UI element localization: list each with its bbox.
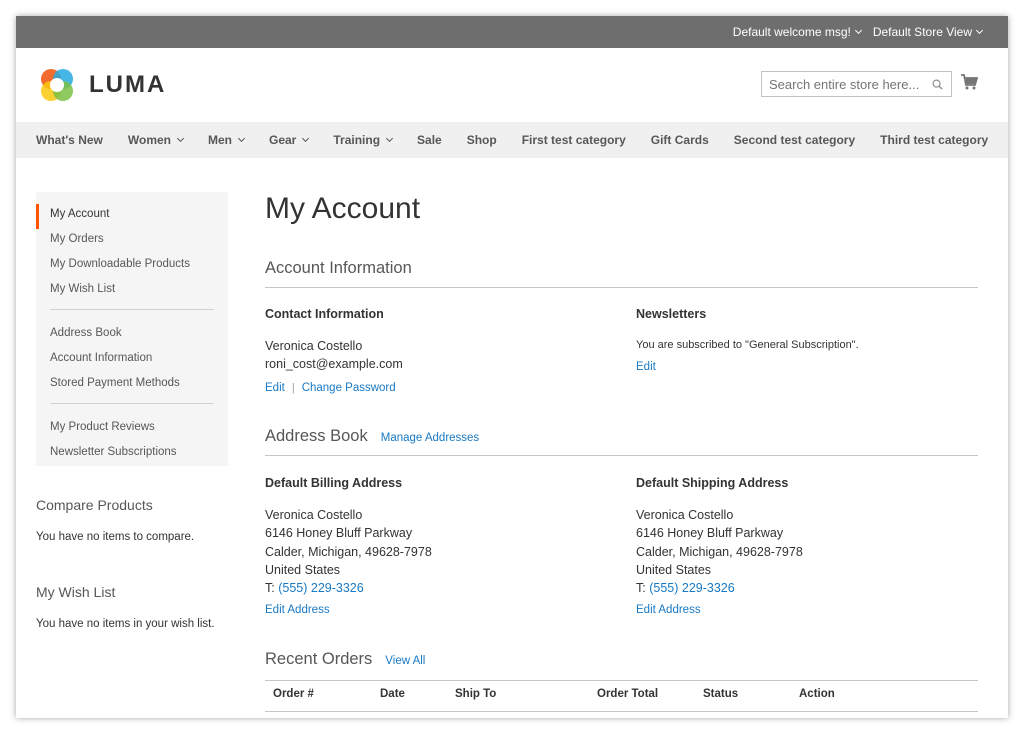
customer-email: roni_cost@example.com bbox=[265, 357, 403, 372]
shipping-address-title: Default Shipping Address bbox=[636, 476, 789, 490]
billing-phone-link[interactable]: (555) 229-3326 bbox=[278, 581, 363, 595]
default-shipping-address: Default Shipping Address Veronica Costel… bbox=[636, 476, 976, 618]
sidebar-item-address-book[interactable]: Address Book bbox=[36, 323, 228, 348]
top-panel: Default welcome msg! Default Store View bbox=[16, 16, 1008, 48]
column-status: Status bbox=[703, 688, 739, 700]
billing-street: 6146 Honey Bluff Parkway bbox=[265, 526, 413, 541]
edit-newsletters-link[interactable]: Edit bbox=[636, 361, 656, 373]
nav-item-whats-new[interactable]: What's New bbox=[36, 133, 103, 147]
browser-frame: Default welcome msg! Default Store View … bbox=[16, 16, 1008, 718]
sidebar-item-newsletter-subscriptions[interactable]: Newsletter Subscriptions bbox=[36, 442, 228, 467]
shipping-street: 6146 Honey Bluff Parkway bbox=[636, 526, 784, 541]
nav-item-third-test-category[interactable]: Third test category bbox=[880, 133, 988, 147]
sidebar-item-my-orders[interactable]: My Orders bbox=[36, 229, 228, 254]
compare-products-title: Compare Products bbox=[36, 497, 153, 513]
contact-information: Contact Information Veronica Costello ro… bbox=[265, 307, 605, 396]
sidebar-divider bbox=[50, 403, 214, 404]
welcome-message[interactable]: Default welcome msg! bbox=[733, 25, 862, 39]
nav-item-second-test-category[interactable]: Second test category bbox=[734, 133, 855, 147]
account-sidebar: My Account My Orders My Downloadable Pro… bbox=[36, 192, 228, 466]
chevron-down-icon bbox=[385, 134, 394, 143]
shipping-name: Veronica Costello bbox=[636, 508, 734, 522]
account-information-section-title: Account Information bbox=[265, 259, 978, 288]
newsletters: Newsletters You are subscribed to "Gener… bbox=[636, 307, 976, 375]
customer-name: Veronica Costello bbox=[265, 339, 363, 353]
column-date: Date bbox=[380, 688, 405, 700]
wish-list-title: My Wish List bbox=[36, 584, 116, 600]
table-top-border bbox=[265, 680, 978, 681]
shipping-country: United States bbox=[636, 562, 712, 577]
store-switcher[interactable]: Default Store View bbox=[873, 25, 984, 39]
sidebar-item-my-account[interactable]: My Account bbox=[36, 204, 228, 229]
header: LUMA bbox=[16, 48, 1008, 122]
nav-item-gift-cards[interactable]: Gift Cards bbox=[651, 133, 709, 147]
nav-item-women[interactable]: Women bbox=[128, 133, 185, 147]
search-box bbox=[761, 71, 952, 97]
billing-city: Calder, Michigan, 49628-7978 bbox=[265, 544, 432, 559]
newsletters-text: You are subscribed to "General Subscript… bbox=[636, 339, 859, 351]
separator: | bbox=[291, 381, 295, 394]
luma-logo-icon bbox=[41, 69, 73, 101]
search-input[interactable] bbox=[762, 76, 922, 92]
nav-item-training[interactable]: Training bbox=[333, 133, 394, 147]
sidebar-item-account-information[interactable]: Account Information bbox=[36, 348, 228, 373]
sidebar-item-stored-payment-methods[interactable]: Stored Payment Methods bbox=[36, 373, 228, 398]
view-all-orders-link[interactable]: View All bbox=[385, 655, 425, 667]
billing-address-title: Default Billing Address bbox=[265, 476, 403, 490]
chevron-down-icon bbox=[176, 134, 185, 143]
column-action: Action bbox=[799, 688, 835, 700]
sidebar-divider bbox=[50, 309, 214, 310]
sidebar-item-product-reviews[interactable]: My Product Reviews bbox=[36, 417, 228, 442]
chevron-down-icon bbox=[302, 134, 310, 143]
edit-billing-address-link[interactable]: Edit Address bbox=[265, 604, 330, 616]
change-password-link[interactable]: Change Password bbox=[302, 382, 396, 394]
shipping-phone: T: (555) 229-3326 bbox=[636, 581, 735, 596]
nav-item-gear[interactable]: Gear bbox=[269, 133, 310, 147]
shipping-phone-link[interactable]: (555) 229-3326 bbox=[649, 581, 734, 595]
search-icon[interactable] bbox=[932, 79, 943, 90]
contact-information-title: Contact Information bbox=[265, 307, 384, 321]
address-book-section-title: Address Book Manage Addresses bbox=[265, 427, 978, 456]
chevron-down-icon bbox=[854, 26, 862, 35]
nav-item-sale[interactable]: Sale bbox=[417, 133, 442, 147]
default-billing-address: Default Billing Address Veronica Costell… bbox=[265, 476, 605, 618]
column-order-total: Order Total bbox=[597, 688, 659, 700]
column-ship-to: Ship To bbox=[455, 688, 497, 700]
edit-contact-link[interactable]: Edit bbox=[265, 382, 285, 394]
shipping-city: Calder, Michigan, 49628-7978 bbox=[636, 544, 803, 559]
wish-list-text: You have no items in your wish list. bbox=[36, 618, 215, 630]
manage-addresses-link[interactable]: Manage Addresses bbox=[381, 432, 479, 444]
contact-actions: Edit | Change Password bbox=[265, 378, 605, 396]
main-navigation: What's New Women Men Gear Training Sale … bbox=[16, 122, 1008, 158]
cart-icon[interactable] bbox=[960, 73, 978, 91]
chevron-down-icon bbox=[975, 26, 984, 35]
newsletters-title: Newsletters bbox=[636, 307, 707, 321]
nav-item-first-test-category[interactable]: First test category bbox=[522, 133, 626, 147]
page-title: My Account bbox=[265, 192, 421, 225]
sidebar-item-wish-list[interactable]: My Wish List bbox=[36, 279, 228, 304]
logo[interactable]: LUMA bbox=[37, 65, 166, 105]
nav-item-men[interactable]: Men bbox=[208, 133, 246, 147]
edit-shipping-address-link[interactable]: Edit Address bbox=[636, 604, 701, 616]
brand-name: LUMA bbox=[89, 71, 167, 98]
column-order-number: Order # bbox=[273, 688, 314, 700]
chevron-down-icon bbox=[237, 134, 246, 143]
billing-phone: T: (555) 229-3326 bbox=[265, 581, 364, 596]
sidebar-item-downloadable-products[interactable]: My Downloadable Products bbox=[36, 254, 228, 279]
nav-item-shop[interactable]: Shop bbox=[467, 133, 497, 147]
compare-products-text: You have no items to compare. bbox=[36, 531, 195, 543]
recent-orders-table-header: Order # Date Ship To Order Total Status … bbox=[265, 680, 978, 712]
billing-country: United States bbox=[265, 562, 341, 577]
billing-name: Veronica Costello bbox=[265, 508, 363, 522]
recent-orders-section-title: Recent Orders View All bbox=[265, 650, 426, 668]
